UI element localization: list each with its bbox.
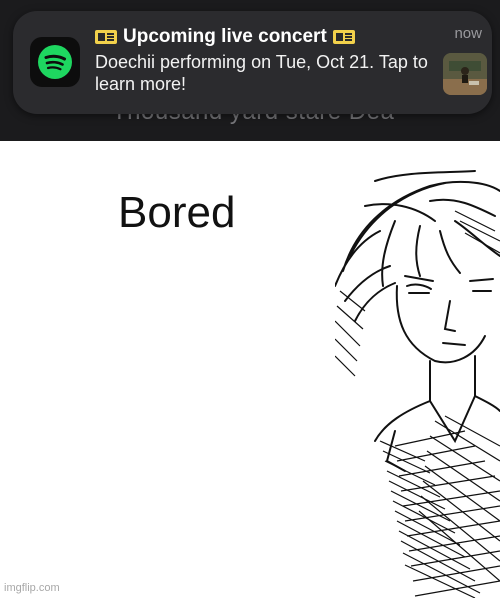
meme-panel: Bored imgflip.com xyxy=(0,141,500,598)
notification-title-row: Upcoming live concert xyxy=(95,26,355,48)
notification-body: Doechii performing on Tue, Oct 21. Tap t… xyxy=(95,52,428,94)
notification-title: Upcoming live concert xyxy=(123,26,327,47)
spotify-icon xyxy=(30,37,80,87)
push-notification[interactable]: Upcoming live concert Doechii performing… xyxy=(13,11,492,114)
phone-screenshot-strip: Thousand yard stare Dea Upcoming live co… xyxy=(0,0,500,141)
notification-time: now xyxy=(454,25,482,42)
meme-caption: Bored xyxy=(118,188,236,237)
sketch-character-drawing xyxy=(335,170,500,598)
ticket-icon xyxy=(95,30,117,44)
imgflip-watermark: imgflip.com xyxy=(4,582,60,594)
ticket-icon xyxy=(332,30,355,44)
album-art-thumbnail xyxy=(443,53,487,95)
